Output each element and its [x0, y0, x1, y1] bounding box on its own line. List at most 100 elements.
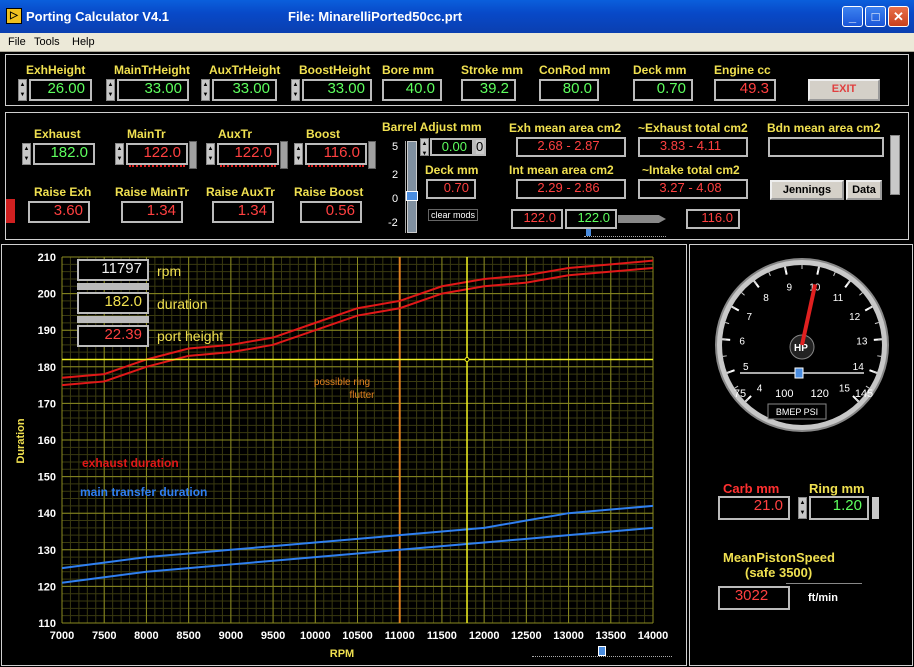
duration-auxtr-value[interactable]: 122.0 — [217, 143, 279, 165]
raise-exh-value[interactable]: 3.60 — [28, 201, 90, 223]
raise-boost-value[interactable]: 0.56 — [300, 201, 362, 223]
menu-help[interactable]: Help — [72, 36, 95, 48]
duration-maintr-slider[interactable] — [189, 141, 197, 169]
duration-boost-value[interactable]: 116.0 — [305, 143, 367, 165]
barrel-slider-thumb[interactable] — [406, 191, 418, 201]
piston-speed-label: MeanPistonSpeed — [723, 550, 835, 565]
jennings-button[interactable]: Jennings — [770, 180, 844, 200]
menu-file[interactable]: File — [8, 36, 26, 48]
maximize-button[interactable]: □ — [865, 6, 886, 27]
deck-value-2: 0.70 — [426, 179, 476, 199]
exit-button[interactable]: EXIT — [808, 79, 880, 101]
field-maintrheight-label: MainTrHeight — [114, 63, 191, 77]
exh-mean-value: 2.68 - 2.87 — [516, 137, 626, 157]
chart-scroll-thumb[interactable] — [598, 646, 606, 656]
raise-slider[interactable] — [6, 199, 15, 223]
field-bore-mm-label: Bore mm — [382, 63, 435, 77]
int-mean-label: Int mean area cm2 — [509, 163, 614, 177]
field-bore-mm-value[interactable]: 40.0 — [382, 79, 442, 101]
data-button[interactable]: Data — [846, 180, 882, 200]
duration-boost-spinner[interactable]: ▲ ▼ — [294, 143, 303, 165]
transfer-duration-label: main transfer duration — [80, 485, 207, 499]
duration-auxtr-marker — [220, 164, 276, 167]
raise-auxtr-label: Raise AuxTr — [206, 185, 275, 199]
app-icon: ▷ — [6, 8, 22, 24]
mini-slider-scale[interactable] — [584, 231, 666, 237]
carb-label: Carb mm — [723, 481, 780, 496]
ring-value[interactable]: 1.20 — [809, 496, 869, 520]
barrel-spinner[interactable]: ▲ ▼ — [420, 138, 429, 157]
field-deck-mm-value[interactable]: 0.70 — [633, 79, 693, 101]
field-maintrheight-value[interactable]: 33.00 — [117, 79, 189, 101]
bdn-mean-label: Bdn mean area cm2 — [767, 121, 881, 135]
x-tick-label: 12000 — [469, 630, 500, 642]
raise-auxtr-value[interactable]: 1.34 — [212, 201, 274, 223]
field-stroke-mm-label: Stroke mm — [461, 63, 524, 77]
gauge-tick-label: 6 — [739, 337, 745, 348]
right-panel: 456789101112131415 HP 75100120145 BMEP P… — [689, 244, 913, 666]
mini-arrow — [618, 215, 666, 223]
duration-exhaust-spinner[interactable]: ▲ ▼ — [22, 143, 31, 165]
field-maintrheight-spinner[interactable]: ▲ ▼ — [106, 79, 115, 101]
field-deck-mm-label: Deck mm — [633, 63, 687, 77]
field-boostheight-value[interactable]: 33.00 — [302, 79, 372, 101]
field-engine-cc-value[interactable]: 49.3 — [714, 79, 776, 101]
bdn-scrollbar[interactable] — [890, 135, 900, 195]
y-tick-label: 120 — [38, 581, 56, 593]
field-conrod-mm-label: ConRod mm — [539, 63, 611, 77]
field-auxtrheight-value[interactable]: 33.00 — [212, 79, 277, 101]
raise-maintr-value[interactable]: 1.34 — [121, 201, 183, 223]
rpm-readout: 11797 — [77, 259, 149, 281]
window-title: Porting Calculator V4.1 — [26, 9, 170, 24]
gauge-tick-label: 4 — [757, 383, 763, 394]
duration-maintr-value[interactable]: 122.0 — [126, 143, 188, 165]
duration-boost-label: Boost — [306, 127, 340, 141]
mini-slider-thumb[interactable] — [586, 229, 591, 236]
duration-maintr-spinner[interactable]: ▲ ▼ — [115, 143, 124, 165]
duration-maintr-marker — [129, 164, 185, 167]
field-exhheight-value[interactable]: 26.00 — [29, 79, 92, 101]
gauge-minor-tick — [877, 355, 882, 357]
duration-exhaust-value[interactable]: 182.0 — [33, 143, 95, 165]
minimize-button[interactable]: _ — [842, 6, 863, 27]
field-conrod-mm-value[interactable]: 80.0 — [539, 79, 599, 101]
carb-value[interactable]: 21.0 — [718, 496, 790, 520]
x-tick-label: 9500 — [261, 630, 285, 642]
field-stroke-mm-value[interactable]: 39.2 — [461, 79, 516, 101]
raise-exh-label: Raise Exh — [34, 185, 92, 199]
mini-value-c: 116.0 — [686, 209, 740, 229]
field-exhheight-spinner[interactable]: ▲ ▼ — [18, 79, 27, 101]
menu-tools[interactable]: Tools — [34, 36, 60, 48]
barrel-slider-track[interactable] — [407, 141, 417, 233]
duration-maintr-label: MainTr — [127, 127, 166, 141]
gauge-minor-tick — [722, 355, 727, 357]
duration-auxtr-label: AuxTr — [218, 127, 253, 141]
y-tick-label: 140 — [38, 508, 56, 520]
duration-slider[interactable] — [77, 316, 149, 323]
duration-exhaust-label: Exhaust — [34, 127, 81, 141]
clear-mods-button[interactable]: clear mods — [428, 209, 479, 221]
int-total-label: ~Intake total cm2 — [642, 163, 740, 177]
duration-auxtr-spinner[interactable]: ▲ ▼ — [206, 143, 215, 165]
ring-slider[interactable] — [872, 497, 879, 519]
field-auxtrheight-spinner[interactable]: ▲ ▼ — [201, 79, 210, 101]
barrel-adjust-value[interactable]: 0.00 — [430, 138, 474, 156]
gauge-tick-label: 7 — [747, 312, 753, 323]
bmep-slider-thumb[interactable] — [794, 367, 804, 379]
duration-unit: duration — [157, 296, 208, 312]
piston-divider — [786, 583, 862, 584]
hp-gauge: 456789101112131415 HP 75100120145 BMEP P… — [715, 258, 889, 432]
duration-boost-slider[interactable] — [368, 141, 376, 169]
y-tick-label: 160 — [38, 435, 56, 447]
raise-boost-label: Raise Boost — [294, 185, 364, 199]
x-tick-label: 10000 — [300, 630, 331, 642]
y-tick-label: 130 — [38, 545, 56, 557]
close-button[interactable]: ✕ — [888, 6, 909, 27]
ring-spinner[interactable]: ▲ ▼ — [798, 497, 807, 519]
duration-boost-marker — [308, 164, 364, 167]
x-tick-label: 10500 — [342, 630, 373, 642]
field-boostheight-spinner[interactable]: ▲ ▼ — [291, 79, 300, 101]
duration-auxtr-slider[interactable] — [280, 141, 288, 169]
rpm-slider[interactable] — [77, 283, 149, 290]
port-height-readout: 22.39 — [77, 325, 149, 347]
